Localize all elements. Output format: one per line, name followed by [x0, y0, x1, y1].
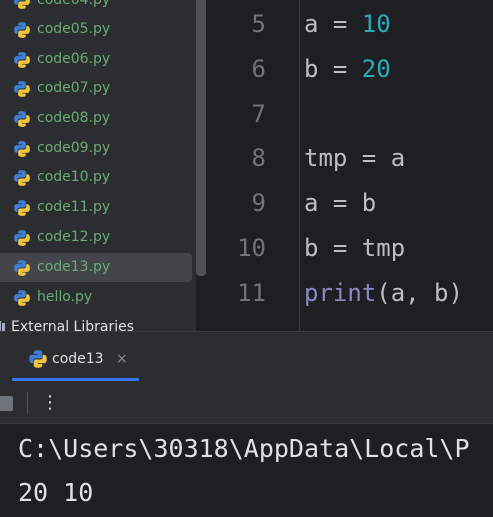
line-number: 6	[251, 55, 266, 83]
line-number: 8	[251, 144, 266, 172]
file-item-code05[interactable]: code05.py	[0, 15, 192, 44]
line-number: 5	[251, 10, 266, 38]
code-line[interactable]: a = 10	[304, 9, 391, 39]
external-libraries-item[interactable]: External Libraries	[0, 317, 134, 331]
file-name: code10.py	[37, 169, 111, 185]
stop-icon[interactable]	[0, 396, 13, 411]
file-item-code06[interactable]: code06.py	[0, 45, 192, 74]
file-item-code11[interactable]: code11.py	[0, 193, 192, 222]
python-file-icon	[14, 260, 30, 276]
external-libraries-label: External Libraries	[11, 319, 134, 331]
file-name: code07.py	[37, 80, 111, 96]
python-file-icon	[14, 200, 30, 216]
code-line[interactable]: a = b	[304, 188, 376, 218]
file-item-code10[interactable]: code10.py	[0, 163, 192, 192]
python-file-icon	[29, 350, 47, 368]
file-name: code06.py	[37, 51, 111, 67]
file-item-code08[interactable]: code08.py	[0, 104, 192, 133]
python-file-icon	[14, 52, 30, 68]
python-file-icon	[14, 22, 30, 38]
python-file-icon	[14, 141, 30, 157]
file-name: hello.py	[37, 289, 93, 305]
file-item-code07[interactable]: code07.py	[0, 74, 192, 103]
project-scrollbar[interactable]	[196, 0, 206, 276]
toolbar-divider	[27, 392, 28, 414]
file-item-code12[interactable]: code12.py	[0, 223, 192, 252]
number-literal: 20	[361, 55, 391, 83]
file-item-code13[interactable]: code13.py	[0, 253, 192, 282]
code-line[interactable]: tmp = a	[304, 143, 405, 173]
run-toolbar	[0, 383, 493, 424]
close-icon[interactable]: ×	[116, 349, 128, 369]
file-item-hello[interactable]: hello.py	[0, 283, 192, 312]
project-panel: code04.py code05.py code06.py code07.py …	[0, 0, 196, 331]
active-tab-indicator	[12, 378, 139, 381]
console-output-line: 20 10	[18, 478, 94, 507]
line-number: 10	[237, 234, 266, 262]
code-line[interactable]: b = 20	[304, 54, 391, 84]
file-item-code04[interactable]: code04.py	[0, 0, 192, 15]
gutter-divider	[299, 0, 300, 331]
number-literal: 10	[361, 10, 391, 38]
file-name: code12.py	[37, 229, 111, 245]
line-number: 9	[251, 189, 266, 217]
run-console[interactable]: C:\Users\30318\AppData\Local\P 20 10	[0, 424, 493, 517]
file-name: code11.py	[37, 199, 111, 215]
python-file-icon	[14, 170, 30, 186]
file-name: code05.py	[37, 21, 111, 37]
line-number: 11	[237, 279, 266, 307]
file-name: code04.py	[37, 0, 111, 8]
library-icon	[0, 321, 5, 331]
python-file-icon	[14, 81, 30, 97]
python-file-icon	[14, 111, 30, 127]
run-tab-label: code13	[52, 351, 104, 367]
console-output-line: C:\Users\30318\AppData\Local\P	[18, 434, 470, 463]
code-line[interactable]: print(a, b)	[304, 278, 463, 308]
code-line[interactable]: b = tmp	[304, 233, 405, 263]
run-tab-code13[interactable]: code13 ×	[12, 340, 139, 380]
line-number: 7	[251, 100, 266, 128]
more-options-icon[interactable]: ⋮	[41, 392, 59, 414]
python-file-icon	[14, 230, 30, 246]
file-name: code13.py	[37, 259, 111, 275]
file-name: code08.py	[37, 110, 111, 126]
builtin-function: print	[304, 279, 377, 307]
python-file-icon	[14, 290, 30, 306]
python-file-icon	[14, 0, 30, 9]
file-item-code09[interactable]: code09.py	[0, 134, 192, 163]
file-name: code09.py	[37, 140, 111, 156]
